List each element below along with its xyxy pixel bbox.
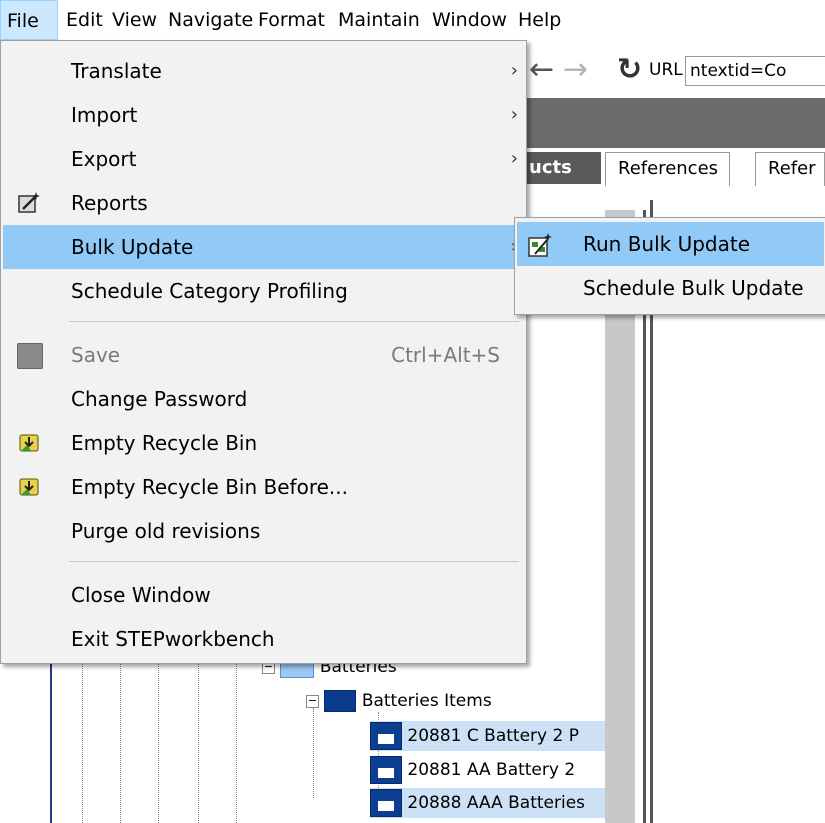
tab-referenced-by[interactable]: Refer [755, 152, 825, 186]
tree-item[interactable]: 20888 AAA Batteries [370, 788, 605, 818]
collapse-icon[interactable]: − [306, 694, 319, 708]
menu-format[interactable]: Format [258, 0, 325, 40]
menu-item-save: Save Ctrl+Alt+S [3, 333, 524, 377]
tree-guide [158, 662, 159, 823]
menu-item-label: Exit STEPworkbench [71, 627, 275, 651]
menu-item-export[interactable]: Export › [3, 137, 524, 181]
tree-guide [82, 662, 83, 823]
menu-window[interactable]: Window [432, 0, 507, 40]
tree-node-batteries-items[interactable]: − Batteries Items [306, 686, 492, 716]
menu-item-label: Translate [71, 59, 162, 83]
chevron-right-icon: › [510, 148, 518, 169]
menu-navigate[interactable]: Navigate [168, 0, 253, 40]
menu-item-close-window[interactable]: Close Window [3, 573, 524, 617]
menu-item-translate[interactable]: Translate › [3, 49, 524, 93]
product-icon [370, 722, 402, 750]
menu-view[interactable]: View [112, 0, 157, 40]
menu-item-label: Empty Recycle Bin [71, 431, 258, 455]
menu-maintain[interactable]: Maintain [338, 0, 420, 40]
menu-item-label: Empty Recycle Bin Before... [71, 475, 348, 499]
menu-item-exit[interactable]: Exit STEPworkbench [3, 617, 524, 661]
tree-guide [236, 662, 237, 823]
tree-item[interactable]: 20881 AA Battery 2 [370, 755, 605, 785]
recycle-bin-icon [17, 431, 41, 455]
tree-item-label: 20881 AA Battery 2 [407, 760, 576, 780]
tree-guide [198, 662, 199, 823]
menu-file[interactable]: File [0, 0, 58, 40]
recycle-bin-icon [17, 475, 41, 499]
wand-icon [17, 191, 41, 215]
menu-item-purge-old-revisions[interactable]: Purge old revisions [3, 509, 524, 553]
menu-separator [69, 561, 519, 562]
menu-item-bulk-update[interactable]: Bulk Update › [3, 225, 524, 269]
tree-node-label: Batteries Items [361, 691, 492, 711]
menu-help[interactable]: Help [518, 0, 561, 40]
menu-item-empty-recycle-bin-before[interactable]: Empty Recycle Bin Before... [3, 465, 524, 509]
menu-item-label: Save [71, 343, 121, 367]
menu-item-run-bulk-update[interactable]: Run Bulk Update [517, 222, 824, 266]
chevron-right-icon: › [510, 104, 518, 125]
tree-guide [120, 662, 121, 823]
menu-item-change-password[interactable]: Change Password [3, 377, 524, 421]
floppy-disk-icon [17, 343, 43, 369]
menu-bar: File Edit View Navigate Format Maintain … [0, 0, 825, 40]
menu-item-empty-recycle-bin[interactable]: Empty Recycle Bin [3, 421, 524, 465]
menu-item-label: Schedule Bulk Update [583, 276, 804, 300]
tree-item[interactable]: 20881 C Battery 2 P [370, 721, 605, 751]
menu-edit[interactable]: Edit [66, 0, 103, 40]
tree-guide [313, 708, 314, 798]
menu-item-label: Purge old revisions [71, 519, 261, 543]
menu-separator [69, 321, 519, 322]
product-icon [370, 756, 402, 784]
tree-item-label: 20881 C Battery 2 P [407, 726, 579, 746]
bulk-update-submenu: Run Bulk Update Schedule Bulk Update [514, 217, 825, 315]
menu-item-label: Export [71, 147, 137, 171]
bulk-update-icon [527, 232, 552, 257]
menu-item-schedule-category-profiling[interactable]: Schedule Category Profiling [3, 269, 524, 313]
menu-item-label: Reports [71, 191, 148, 215]
tree-item-label: 20888 AAA Batteries [407, 793, 586, 813]
chevron-right-icon: › [510, 60, 518, 81]
product-icon [370, 789, 402, 817]
file-menu: Translate › Import › Export › Reports Bu… [0, 40, 527, 664]
menu-item-label: Import [71, 103, 138, 127]
menu-item-label: Close Window [71, 583, 211, 607]
menu-shortcut: Ctrl+Alt+S [391, 343, 500, 367]
folder-icon [324, 690, 357, 712]
menu-item-label: Run Bulk Update [583, 232, 751, 256]
menu-item-label: Change Password [71, 387, 248, 411]
url-input[interactable]: ntextid=Co [685, 56, 825, 86]
menu-item-label: Bulk Update [71, 235, 194, 259]
menu-item-schedule-bulk-update[interactable]: Schedule Bulk Update [517, 266, 824, 310]
menu-item-label: Schedule Category Profiling [71, 279, 348, 303]
menu-item-import[interactable]: Import › [3, 93, 524, 137]
menu-item-reports[interactable]: Reports [3, 181, 524, 225]
